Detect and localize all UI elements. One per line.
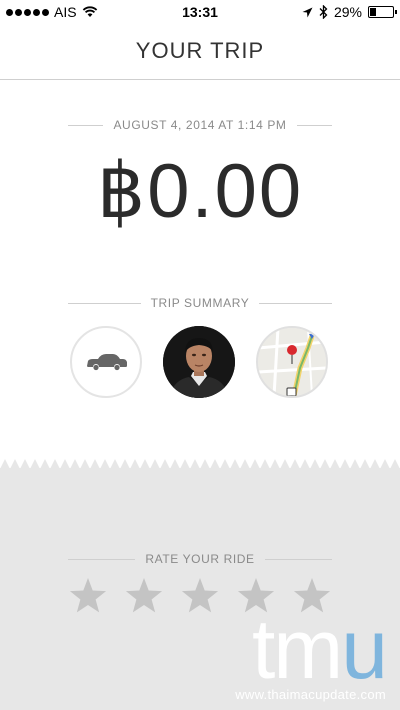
car-icon: [87, 354, 127, 371]
navigation-bar: YOUR TRIP: [0, 24, 400, 80]
status-bar: AIS 13:31 29%: [0, 0, 400, 24]
trip-datetime-row: AUGUST 4, 2014 AT 1:14 PM: [68, 118, 332, 132]
route-map-button[interactable]: [256, 326, 328, 398]
bluetooth-icon: [319, 5, 328, 19]
trip-summary-items: [70, 326, 328, 398]
divider-line: [68, 302, 141, 304]
vehicle-summary-button[interactable]: [70, 326, 142, 398]
divider-line: [259, 302, 332, 304]
watermark-logo-tm: tm: [251, 602, 343, 696]
watermark-url: www.thaimacupdate.com: [235, 687, 386, 702]
divider-line: [264, 558, 332, 560]
driver-photo: [163, 326, 235, 398]
battery-percentage: 29%: [333, 4, 362, 20]
rate-your-ride-row: RATE YOUR RIDE: [68, 552, 332, 566]
battery-level-fill: [370, 8, 376, 16]
watermark-logo: tmu: [235, 607, 388, 691]
rate-ride-section: RATE YOUR RIDE tmu www.thaimacupdate.com: [0, 459, 400, 710]
driver-summary-button[interactable]: [163, 326, 235, 398]
star-1-icon[interactable]: [68, 576, 108, 616]
route-map-thumbnail: [258, 328, 326, 396]
trip-fare: ฿0.00: [96, 149, 304, 234]
star-3-icon[interactable]: [180, 576, 220, 616]
watermark: tmu www.thaimacupdate.com: [235, 607, 388, 702]
rate-your-ride-label: RATE YOUR RIDE: [145, 552, 255, 566]
page-title: YOUR TRIP: [135, 38, 265, 63]
status-bar-right: 29%: [302, 4, 397, 20]
trip-datetime: AUGUST 4, 2014 AT 1:14 PM: [113, 118, 287, 132]
watermark-logo-u: u: [341, 602, 388, 696]
zigzag-edge: [0, 459, 400, 469]
divider-line: [68, 124, 104, 126]
divider-line: [296, 124, 332, 126]
trip-summary-label: TRIP SUMMARY: [150, 296, 250, 310]
location-arrow-icon: [302, 7, 313, 17]
divider-line: [68, 558, 136, 560]
star-2-icon[interactable]: [124, 576, 164, 616]
battery-icon: [368, 6, 397, 18]
trip-summary-row: TRIP SUMMARY: [68, 296, 332, 310]
